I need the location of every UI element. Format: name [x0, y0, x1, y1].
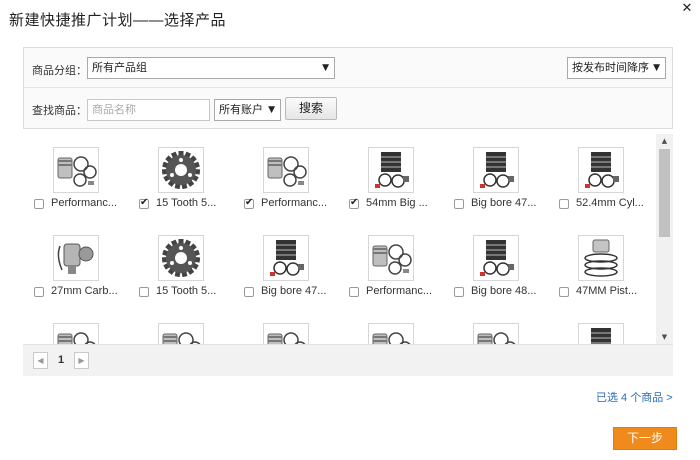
product-tile[interactable]: 15 Tooth 5...	[135, 147, 240, 227]
search-button[interactable]: 搜索	[285, 97, 337, 120]
prev-page-icon[interactable]: ◀	[33, 352, 48, 369]
product-checkbox[interactable]	[559, 287, 569, 297]
scroll-down-icon[interactable]: ▼	[656, 330, 673, 344]
cylinder-kit-icon[interactable]	[368, 147, 414, 193]
cylinder-kit-icon[interactable]	[578, 323, 624, 344]
product-grid-viewport: Performanc... 15 Tooth 5... Performanc... 5…	[23, 134, 673, 344]
piston-kit-icon[interactable]	[368, 323, 414, 344]
product-tile[interactable]: 15 Tooth 5...	[135, 235, 240, 315]
piston-kit-icon[interactable]	[53, 323, 99, 344]
pagination-bar: ◀ 1 ▶	[23, 344, 673, 376]
chevron-down-icon: ▼	[653, 63, 660, 73]
product-tile[interactable]: Performanc...	[30, 147, 135, 227]
cylinder-kit-icon[interactable]	[473, 147, 519, 193]
piston-kit-icon[interactable]	[158, 323, 204, 344]
product-checkbox[interactable]	[349, 197, 359, 209]
dialog-title: 新建快捷推广计划——选择产品	[9, 12, 227, 29]
chevron-down-icon: ▼	[268, 105, 275, 115]
product-checkbox[interactable]	[559, 199, 569, 209]
product-name: Performanc...	[261, 197, 328, 209]
sprocket-icon[interactable]	[158, 235, 204, 281]
product-name: Big bore 48...	[471, 285, 537, 297]
product-checkbox[interactable]	[139, 287, 149, 297]
piston-kit-icon[interactable]	[473, 323, 519, 344]
product-name: Big bore 47...	[471, 197, 537, 209]
product-tile[interactable]: 54mm Big ...	[345, 147, 450, 227]
product-name: Performanc...	[51, 197, 118, 209]
product-tile[interactable]	[345, 323, 450, 344]
product-name: Big bore 47...	[261, 285, 327, 297]
product-checkbox[interactable]	[454, 199, 464, 209]
next-step-button[interactable]: 下一步	[613, 427, 677, 450]
product-name: 15 Tooth 5...	[156, 197, 217, 209]
product-grid-scrollbar[interactable]: ▲ ▼	[656, 134, 673, 344]
filter-row-search: 查找商品： 所有账户 ▼ 搜索	[24, 88, 672, 128]
product-tile[interactable]: 52.4mm Cyl...	[555, 147, 660, 227]
product-checkbox[interactable]	[244, 197, 254, 209]
search-label: 查找商品：	[32, 105, 87, 117]
filter-row-group: 商品分组： 所有产品组 ▼ 按发布时间降序 ▼	[24, 48, 672, 88]
cylinder-kit-icon[interactable]	[473, 235, 519, 281]
selected-products-link[interactable]: 已选 4 个商品 >	[596, 389, 673, 405]
sort-order-select[interactable]: 按发布时间降序 ▼	[567, 57, 666, 79]
product-tile[interactable]: Big bore 47...	[240, 235, 345, 315]
scrollbar-thumb[interactable]	[659, 149, 670, 237]
sprocket-icon[interactable]	[158, 147, 204, 193]
carburetor-icon[interactable]	[53, 235, 99, 281]
cylinder-kit-icon[interactable]	[263, 235, 309, 281]
product-checkbox[interactable]	[349, 287, 359, 297]
product-group-value: 所有产品组	[92, 62, 147, 74]
piston-kit-icon[interactable]	[368, 235, 414, 281]
piston-rings-icon[interactable]	[578, 235, 624, 281]
product-checkbox[interactable]	[244, 287, 254, 297]
product-tile[interactable]	[240, 323, 345, 344]
product-tile[interactable]: Performanc...	[345, 235, 450, 315]
page-number-current[interactable]: 1	[50, 352, 72, 369]
scroll-up-icon[interactable]: ▲	[656, 134, 673, 148]
product-name: 47MM Pist...	[576, 285, 638, 297]
product-name: 52.4mm Cyl...	[576, 197, 644, 209]
sort-order-value: 按发布时间降序	[572, 62, 649, 74]
next-page-icon[interactable]: ▶	[74, 352, 89, 369]
group-label: 商品分组：	[32, 65, 87, 77]
product-checkbox[interactable]	[34, 199, 44, 209]
product-tile[interactable]	[555, 323, 660, 344]
account-value: 所有账户	[219, 104, 263, 116]
piston-kit-icon[interactable]	[263, 323, 309, 344]
chevron-down-icon: ▼	[322, 63, 329, 73]
filter-panel: 商品分组： 所有产品组 ▼ 按发布时间降序 ▼ 查找商品： 所有账户 ▼ 搜索	[23, 47, 673, 129]
cylinder-kit-icon[interactable]	[578, 147, 624, 193]
product-name: 15 Tooth 5...	[156, 285, 217, 297]
product-search-input[interactable]	[87, 99, 210, 121]
piston-kit-icon[interactable]	[263, 147, 309, 193]
close-icon[interactable]: ✕	[680, 2, 694, 16]
product-name: Performanc...	[366, 285, 433, 297]
product-tile[interactable]: Big bore 48...	[450, 235, 555, 315]
product-tile[interactable]: 27mm Carb...	[30, 235, 135, 315]
product-checkbox[interactable]	[454, 287, 464, 297]
product-tile[interactable]: Performanc...	[240, 147, 345, 227]
piston-kit-icon[interactable]	[53, 147, 99, 193]
product-tile[interactable]	[30, 323, 135, 344]
product-name: 27mm Carb...	[51, 285, 118, 297]
product-tile[interactable]	[450, 323, 555, 344]
product-checkbox[interactable]	[139, 197, 149, 209]
product-tile[interactable]	[135, 323, 240, 344]
account-select[interactable]: 所有账户 ▼	[214, 99, 281, 121]
product-tile[interactable]: Big bore 47...	[450, 147, 555, 227]
product-tile[interactable]: 47MM Pist...	[555, 235, 660, 315]
product-checkbox[interactable]	[34, 287, 44, 297]
product-name: 54mm Big ...	[366, 197, 428, 209]
product-group-select[interactable]: 所有产品组 ▼	[87, 57, 335, 79]
